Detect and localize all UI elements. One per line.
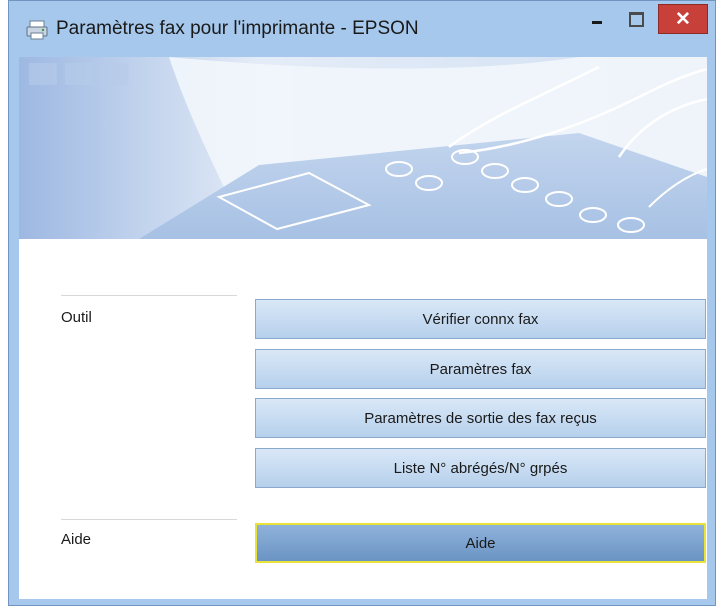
help-button[interactable]: Aide <box>255 523 706 563</box>
window-title: Paramètres fax pour l'imprimante - EPSON <box>56 18 419 39</box>
speed-dial-group-list-button[interactable]: Liste N° abrégés/N° grpés <box>255 448 706 488</box>
printer-fax-icon <box>26 20 48 40</box>
title-bar[interactable]: Paramètres fax pour l'imprimante - EPSON… <box>9 1 715 57</box>
received-fax-output-settings-button[interactable]: Paramètres de sortie des fax reçus <box>255 398 706 438</box>
maximize-icon[interactable] <box>621 8 651 30</box>
aide-separator <box>61 519 237 520</box>
client-area: Outil Vérifier connx fax Paramètres fax … <box>19 57 707 599</box>
check-fax-connection-button[interactable]: Vérifier connx fax <box>255 299 706 339</box>
fax-settings-button[interactable]: Paramètres fax <box>255 349 706 389</box>
outil-section-label: Outil <box>61 309 92 326</box>
aide-section-label: Aide <box>61 531 92 548</box>
minimize-icon[interactable] <box>582 8 612 30</box>
close-icon[interactable]: ✕ <box>658 4 708 34</box>
fax-banner-image <box>19 57 707 239</box>
outil-separator <box>61 295 237 296</box>
fax-settings-window: Paramètres fax pour l'imprimante - EPSON… <box>8 0 716 606</box>
